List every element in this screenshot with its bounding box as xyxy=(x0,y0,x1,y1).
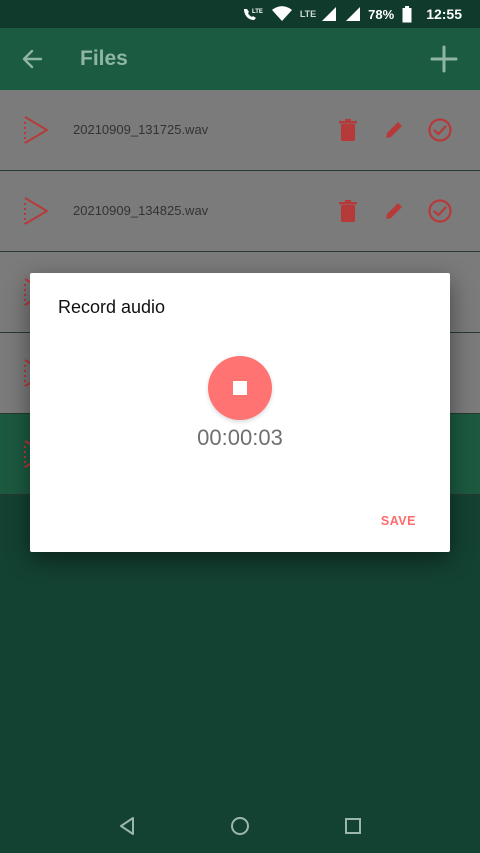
signal-icon-1 xyxy=(320,6,337,22)
row-actions xyxy=(334,116,454,144)
triangle-back-icon xyxy=(119,816,134,835)
select-button[interactable] xyxy=(426,116,454,144)
back-button[interactable] xyxy=(0,28,64,90)
status-clock: 12:55 xyxy=(426,6,462,22)
nav-back-button[interactable] xyxy=(107,806,147,846)
network-type-label: LTE xyxy=(299,9,317,19)
system-nav-bar xyxy=(0,798,480,853)
app-bar: Files xyxy=(0,28,480,90)
select-button[interactable] xyxy=(426,197,454,225)
battery-icon xyxy=(402,5,412,23)
phone-lte-icon: LTE xyxy=(242,6,264,22)
play-icon[interactable] xyxy=(22,114,50,146)
nav-home-button[interactable] xyxy=(220,806,260,846)
stop-icon xyxy=(233,381,247,395)
record-timer: 00:00:03 xyxy=(197,425,283,450)
list-item[interactable]: 20210909_131725.wav xyxy=(0,90,480,171)
record-audio-dialog: Record audio 00:00:03 SAVE xyxy=(30,273,450,552)
stop-record-button[interactable] xyxy=(208,356,272,420)
pencil-icon xyxy=(386,203,402,219)
check-circle-icon xyxy=(428,199,452,223)
check-circle-icon xyxy=(428,118,452,142)
file-name: 20210909_131725.wav xyxy=(73,122,209,137)
edit-button[interactable] xyxy=(380,197,408,225)
row-actions xyxy=(334,197,454,225)
battery-percent: 78% xyxy=(368,6,395,22)
square-recents-icon xyxy=(345,817,362,834)
circle-home-icon xyxy=(230,816,249,835)
status-bar: LTE LTE 78% 12:55 xyxy=(0,0,480,28)
arrow-left-icon xyxy=(22,49,43,69)
page-title: Files xyxy=(80,47,128,70)
file-name: 20210909_134825.wav xyxy=(73,203,209,218)
nav-recents-button[interactable] xyxy=(333,806,373,846)
list-item[interactable]: 20210909_134825.wav xyxy=(0,171,480,252)
trash-icon xyxy=(339,119,357,141)
plus-icon xyxy=(430,45,458,73)
play-icon[interactable] xyxy=(22,195,50,227)
dialog-title: Record audio xyxy=(58,297,166,317)
pencil-icon xyxy=(386,122,402,138)
trash-icon xyxy=(339,200,357,222)
svg-text:LTE: LTE xyxy=(252,9,263,15)
save-button[interactable]: SAVE xyxy=(381,514,416,528)
delete-button[interactable] xyxy=(334,116,362,144)
wifi-icon xyxy=(271,6,292,22)
signal-icon-2 xyxy=(344,6,361,22)
add-button[interactable] xyxy=(426,41,462,77)
delete-button[interactable] xyxy=(334,197,362,225)
edit-button[interactable] xyxy=(380,116,408,144)
